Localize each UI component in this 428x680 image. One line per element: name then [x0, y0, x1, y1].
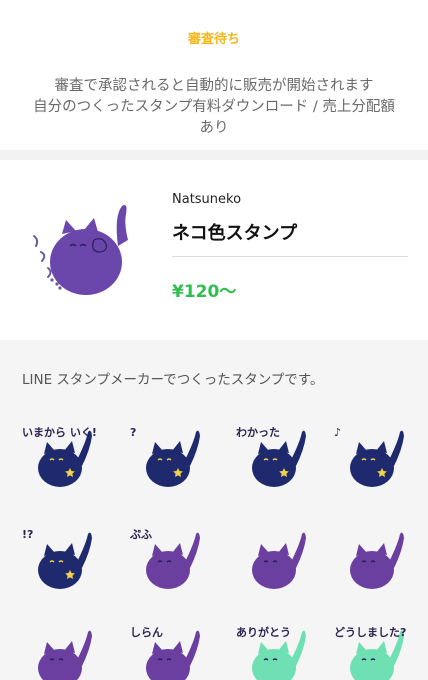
purple-cat-sticker-icon[interactable] [18, 618, 98, 680]
navy-cat-sticker-icon[interactable]: いまから いく! [18, 418, 98, 494]
navy-cat-sticker-icon[interactable]: !? [18, 520, 98, 596]
creator-name: Natsuneko [172, 192, 242, 207]
purple-cat-sticker-icon [24, 200, 142, 304]
review-status-header: 審査待ち [0, 0, 428, 70]
price-label: ¥120〜 [172, 282, 237, 302]
sticker-caption: ? [130, 426, 136, 439]
navy-cat-sticker-icon[interactable]: ? [126, 418, 206, 494]
review-status-label: 審査待ち [187, 32, 240, 47]
sticker-caption: いまから いく! [22, 426, 97, 439]
sticker-caption: ありがとう [236, 625, 291, 639]
sticker-caption: しらん [130, 626, 163, 639]
mint-cat-sticker-icon[interactable]: ありがとう [232, 618, 312, 680]
sticker-caption: わかった [236, 426, 280, 439]
section-divider [0, 150, 428, 160]
sticker-caption: ♪ [334, 426, 341, 439]
notice-line-1: 審査で承認されると自動的に販売が開始されます [54, 78, 374, 94]
purple-cat-sticker-icon[interactable] [330, 520, 410, 596]
title-divider [172, 256, 408, 257]
mint-cat-sticker-icon[interactable]: どうしました? [330, 618, 410, 680]
notice-line-3: あり [199, 120, 229, 136]
sticker-set-title: ネコ色スタンプ [172, 223, 298, 244]
notice-line-2: 自分のつくったスタンプ有料ダウンロード / 売上分配額 [33, 99, 395, 115]
sticker-caption: どうしました? [334, 626, 406, 639]
sticker-caption: !? [22, 528, 33, 541]
navy-cat-sticker-icon[interactable]: ♪ [330, 418, 410, 494]
sticker-grid-caption: LINE スタンプメーカーでつくったスタンプです。 [22, 372, 324, 388]
sticker-caption: ぷふ [129, 528, 152, 541]
purple-cat-sticker-icon[interactable]: しらん [126, 618, 206, 680]
navy-cat-sticker-icon[interactable]: わかった [232, 418, 312, 494]
purple-cat-sticker-icon[interactable]: ぷふ [126, 520, 206, 596]
purple-cat-sticker-icon[interactable] [232, 520, 312, 596]
approval-notice: 審査で承認されると自動的に販売が開始されます 自分のつくったスタンプ有料ダウンロ… [0, 76, 428, 139]
product-card: Natsuneko ネコ色スタンプ ¥120〜 [0, 160, 428, 338]
